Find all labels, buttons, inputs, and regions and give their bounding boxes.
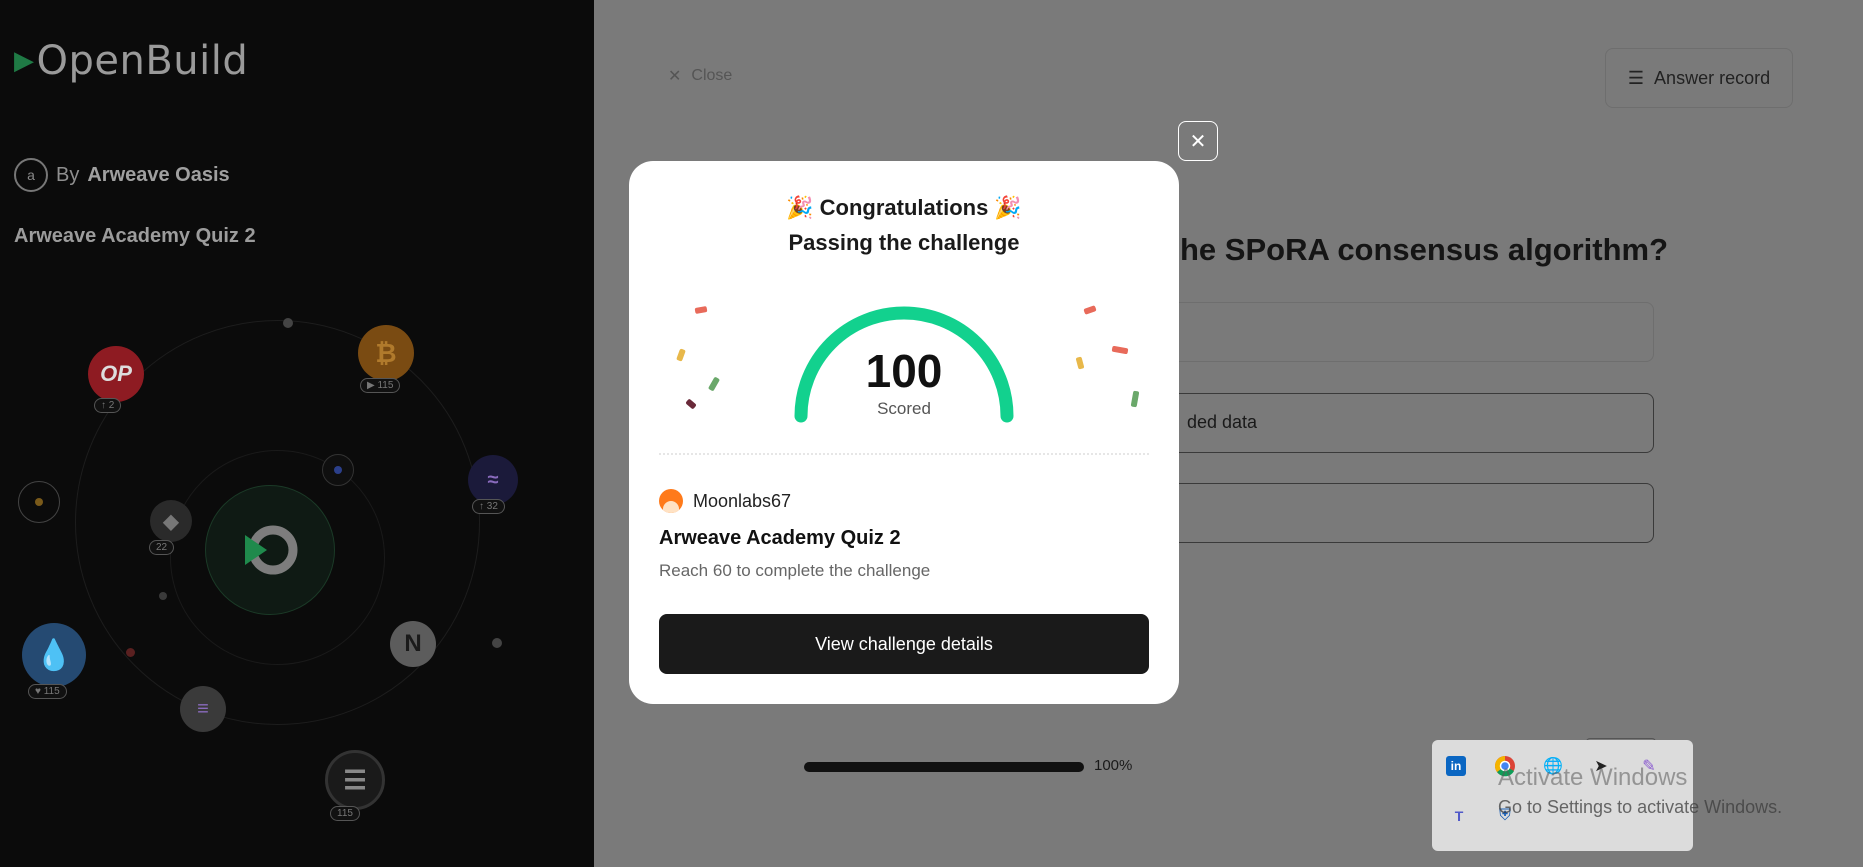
by-prefix: By (56, 163, 80, 186)
orbit-dot (159, 592, 167, 600)
ethereum-badge: 22 (149, 540, 175, 555)
quiz-progress-bar (804, 762, 1084, 772)
orbit-dot (492, 638, 502, 648)
arc-icon[interactable]: ≈ (468, 455, 518, 505)
congrats-modal: 🎉 Congratulations 🎉 Passing the challeng… (629, 161, 1179, 704)
optimism-icon[interactable]: OP (88, 346, 144, 402)
bottom-chain-icon[interactable]: ☰ (325, 750, 385, 810)
ethereum-icon[interactable]: ◆ (150, 500, 192, 542)
left-panel: ▶ OpenBuild a By Arweave Oasis Arweave A… (0, 0, 594, 867)
near-icon[interactable]: N (390, 621, 436, 667)
quiz-progress-label: 100% (1094, 757, 1133, 774)
answer-option[interactable]: ded data (1150, 393, 1654, 453)
author-avatar: a (14, 158, 48, 192)
view-challenge-details-button[interactable]: View challenge details (659, 614, 1149, 674)
confetti-piece (694, 306, 708, 314)
orbit-dot (126, 648, 135, 657)
answer-option[interactable] (1150, 302, 1654, 362)
user-row: Moonlabs67 (659, 489, 791, 513)
bottom-chain-badge: 115 (330, 806, 360, 821)
openbuild-center-icon (205, 485, 335, 615)
linkedin-icon[interactable]: in (1446, 756, 1466, 776)
author-name[interactable]: Arweave Oasis (87, 164, 229, 187)
scored-label: Scored (877, 399, 931, 418)
confetti-piece (1083, 305, 1097, 315)
logo-arrow-icon: ▶ (14, 46, 35, 76)
activate-windows-subtitle: Go to Settings to activate Windows. (1498, 797, 1783, 817)
bitcoin-icon[interactable]: ₿ (358, 325, 414, 381)
answer-record-button[interactable]: ☰ Answer record (1605, 48, 1793, 108)
modal-quiz-title: Arweave Academy Quiz 2 (659, 527, 901, 549)
bitcoin-badge: ▶ 115 (360, 378, 401, 393)
close-label: Close (691, 67, 733, 84)
openbuild-logo[interactable]: ▶ OpenBuild (14, 38, 248, 84)
passing-heading: Passing the challenge (788, 230, 1020, 255)
author-line: a By Arweave Oasis (14, 158, 230, 192)
answer-option-text: ded data (1187, 412, 1258, 432)
orbit-dot (283, 318, 293, 328)
close-icon: ✕ (668, 68, 682, 85)
solana-icon[interactable]: ≡ (180, 686, 226, 732)
answer-option[interactable] (1150, 483, 1654, 543)
optimism-badge: ↑ 2 (94, 398, 122, 413)
system-tray-overflow: in 🌐 ➤ ✎ T ⛨ (1432, 740, 1693, 851)
answer-record-label: Answer record (1654, 67, 1771, 88)
modal-close-button[interactable]: ✕ (1178, 121, 1218, 161)
list-icon: ☰ (1627, 67, 1645, 88)
teams-icon[interactable]: T (1446, 803, 1472, 829)
small-blue-node-icon (322, 454, 354, 486)
user-avatar (659, 489, 683, 513)
close-icon: ✕ (1189, 130, 1207, 153)
logo-text: OpenBuild (36, 38, 249, 84)
modal-description: Reach 60 to complete the challenge (659, 561, 931, 580)
close-quiz-button[interactable]: ✕ Close (668, 66, 732, 86)
sui-badge: ♥ 115 (28, 684, 67, 699)
arc-badge: ↑ 32 (472, 499, 505, 514)
sui-icon[interactable]: 💧 (22, 623, 86, 687)
congrats-heading: 🎉 Congratulations 🎉 (786, 195, 1022, 220)
left-quiz-title: Arweave Academy Quiz 2 (14, 225, 256, 247)
small-node-icon (18, 481, 60, 523)
activate-windows-title: Activate Windows (1498, 764, 1688, 791)
modal-divider (659, 453, 1149, 455)
question-text: he SPoRA consensus algorithm? (1180, 232, 1669, 267)
username: Moonlabs67 (693, 490, 792, 511)
